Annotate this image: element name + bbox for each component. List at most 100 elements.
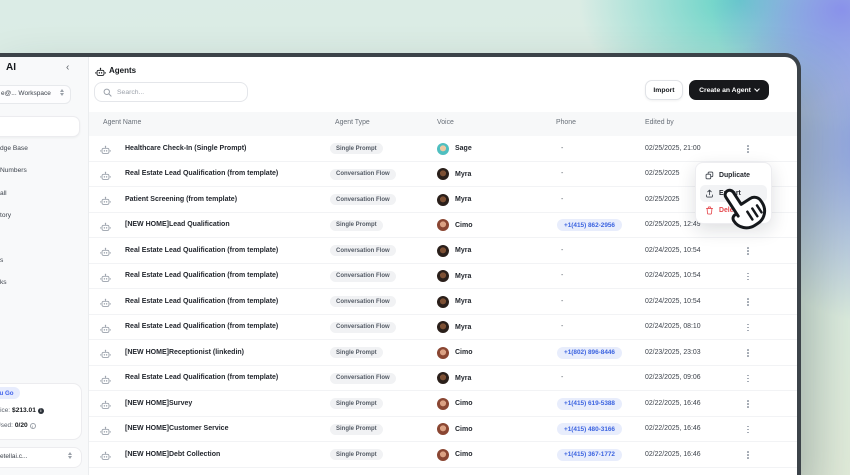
edited-by-value: 02/24/2025, 10:54: [645, 272, 701, 279]
row-actions-kebab-icon[interactable]: [744, 271, 752, 283]
sidebar-item-webhooks[interactable]: ks: [0, 279, 7, 286]
row-actions-kebab-icon[interactable]: [744, 296, 752, 308]
table-row[interactable]: [NEW HOME]Lead Qualification Single Prom…: [89, 213, 797, 239]
table-row[interactable]: Real Estate Lead Qualification (from tem…: [89, 366, 797, 392]
voice-avatar: [437, 449, 449, 461]
agent-type-badge: Conversation Flow: [330, 245, 396, 256]
row-actions-kebab-icon[interactable]: [744, 373, 752, 385]
robot-icon: [100, 449, 111, 467]
info-icon: i: [30, 423, 36, 429]
info-icon: i: [38, 408, 44, 414]
sidebar-item-history[interactable]: tory: [0, 212, 11, 219]
phone-empty: -: [561, 272, 563, 279]
sidebar-item-phone-numbers[interactable]: Numbers: [0, 167, 27, 174]
robot-icon: [100, 347, 111, 365]
edited-by-value: 02/24/2025, 10:54: [645, 247, 701, 254]
voice-name: Myra: [455, 196, 471, 203]
table-row[interactable]: [NEW HOME]Debt Collection Single Prompt …: [89, 442, 797, 468]
table-row[interactable]: Healthcare Check-In (Single Prompt) Sing…: [89, 136, 797, 162]
voice-name: Myra: [455, 273, 471, 280]
table-row[interactable]: Real Estate Lead Qualification (from tem…: [89, 289, 797, 315]
menu-item-duplicate[interactable]: Duplicate: [700, 167, 767, 185]
agent-type-badge: Conversation Flow: [330, 296, 396, 307]
agent-type-badge: Single Prompt: [330, 449, 383, 460]
edited-by-value: 02/24/2025, 08:10: [645, 323, 701, 330]
agent-name: Healthcare Check-In (Single Prompt): [125, 145, 246, 152]
create-agent-button[interactable]: Create an Agent: [689, 80, 769, 100]
sidebar-collapse-icon[interactable]: ‹: [66, 62, 69, 73]
column-voice: Voice: [437, 119, 454, 126]
robot-icon: [100, 322, 111, 340]
edited-by-value: 02/25/2025: [645, 170, 680, 177]
sidebar-item-batch-call[interactable]: all: [0, 190, 7, 197]
agent-name: Real Estate Lead Qualification (from tem…: [125, 298, 278, 305]
sidebar-item-agents-active[interactable]: [0, 116, 80, 137]
table-row[interactable]: [NEW HOME]Receptionist (linkedin) Single…: [89, 340, 797, 366]
invoice-line: Invoice: $213.01 i: [0, 407, 44, 414]
import-button[interactable]: Import: [645, 80, 683, 100]
robot-icon: [100, 245, 111, 263]
search-input[interactable]: [117, 84, 242, 100]
table-row[interactable]: Real Estate Lead Qualification (from tem…: [89, 162, 797, 188]
row-actions-kebab-icon[interactable]: [744, 424, 752, 436]
voice-avatar: [437, 270, 449, 282]
column-phone: Phone: [556, 119, 576, 126]
sidebar-item-knowledge-base[interactable]: dge Base: [0, 145, 28, 152]
desktop-background: AI ‹ e@... Workspace dge Base Numbers al…: [0, 0, 850, 475]
table-row[interactable]: [NEW HOME]Survey Single Prompt Cimo +1(4…: [89, 391, 797, 417]
voice-name: Myra: [455, 247, 471, 254]
sidebar-item-tools[interactable]: s: [0, 257, 3, 264]
concurrency-line: cy Used: 0/20 i: [0, 422, 36, 429]
row-actions-kebab-icon[interactable]: [744, 398, 752, 410]
phone-number-badge: +1(415) 367-1772: [557, 449, 622, 461]
robot-icon: [100, 296, 111, 314]
voice-name: Cimo: [455, 426, 473, 433]
voice-avatar: [437, 168, 449, 180]
voice-name: Sage: [455, 145, 472, 152]
search-box: [94, 82, 248, 102]
table-row[interactable]: Real Estate Lead Qualification (from tem…: [89, 315, 797, 341]
row-actions-kebab-icon[interactable]: [744, 322, 752, 334]
row-actions-kebab-icon[interactable]: [744, 347, 752, 359]
menu-item-export[interactable]: Export: [700, 185, 767, 203]
app-window: AI ‹ e@... Workspace dge Base Numbers al…: [0, 57, 797, 475]
agent-type-badge: Single Prompt: [330, 220, 383, 231]
edited-by-value: 02/22/2025, 16:46: [645, 400, 701, 407]
agent-name: Patient Screening (from template): [125, 196, 237, 203]
invoice-value: $213.01: [12, 407, 36, 414]
voice-avatar: [437, 296, 449, 308]
updown-chevron-icon: [60, 89, 64, 96]
phone-empty: -: [561, 374, 563, 381]
row-actions-kebab-icon[interactable]: [744, 143, 752, 155]
table-row[interactable]: Real Estate Lead Qualification (from tem…: [89, 264, 797, 290]
robot-icon: [100, 424, 111, 442]
agent-type-badge: Conversation Flow: [330, 194, 396, 205]
column-edited-by: Edited by: [645, 119, 674, 126]
edited-by-value: 02/22/2025, 16:46: [645, 425, 701, 432]
table-row[interactable]: [NEW HOME]Customer Service Single Prompt…: [89, 417, 797, 443]
edited-by-value: 02/25/2025, 21:00: [645, 145, 701, 152]
row-actions-kebab-icon[interactable]: [744, 245, 752, 257]
agent-name: Real Estate Lead Qualification (from tem…: [125, 272, 278, 279]
voice-name: Cimo: [455, 400, 473, 407]
agent-name: [NEW HOME]Customer Service: [125, 425, 228, 432]
agent-name: [NEW HOME]Receptionist (linkedin): [125, 349, 244, 356]
row-actions-kebab-icon[interactable]: [744, 449, 752, 461]
voice-avatar: [437, 194, 449, 206]
phone-empty: -: [561, 247, 563, 254]
voice-name: Myra: [455, 324, 471, 331]
voice-name: Myra: [455, 298, 471, 305]
agent-type-badge: Single Prompt: [330, 347, 383, 358]
table-row[interactable]: Real Estate Lead Qualification (from tem…: [89, 238, 797, 264]
agent-name: [NEW HOME]Debt Collection: [125, 451, 220, 458]
agent-type-badge: Conversation Flow: [330, 169, 396, 180]
agent-name: Real Estate Lead Qualification (from tem…: [125, 323, 278, 330]
agent-type-badge: Conversation Flow: [330, 373, 396, 384]
table-row[interactable]: Patient Screening (from template) Conver…: [89, 187, 797, 213]
agent-name: Real Estate Lead Qualification (from tem…: [125, 374, 278, 381]
menu-item-delete[interactable]: Delete: [700, 202, 767, 220]
table-row[interactable]: [89, 468, 797, 475]
trash-icon: [705, 206, 714, 215]
robot-icon: [100, 373, 111, 391]
agent-type-badge: Conversation Flow: [330, 322, 396, 333]
